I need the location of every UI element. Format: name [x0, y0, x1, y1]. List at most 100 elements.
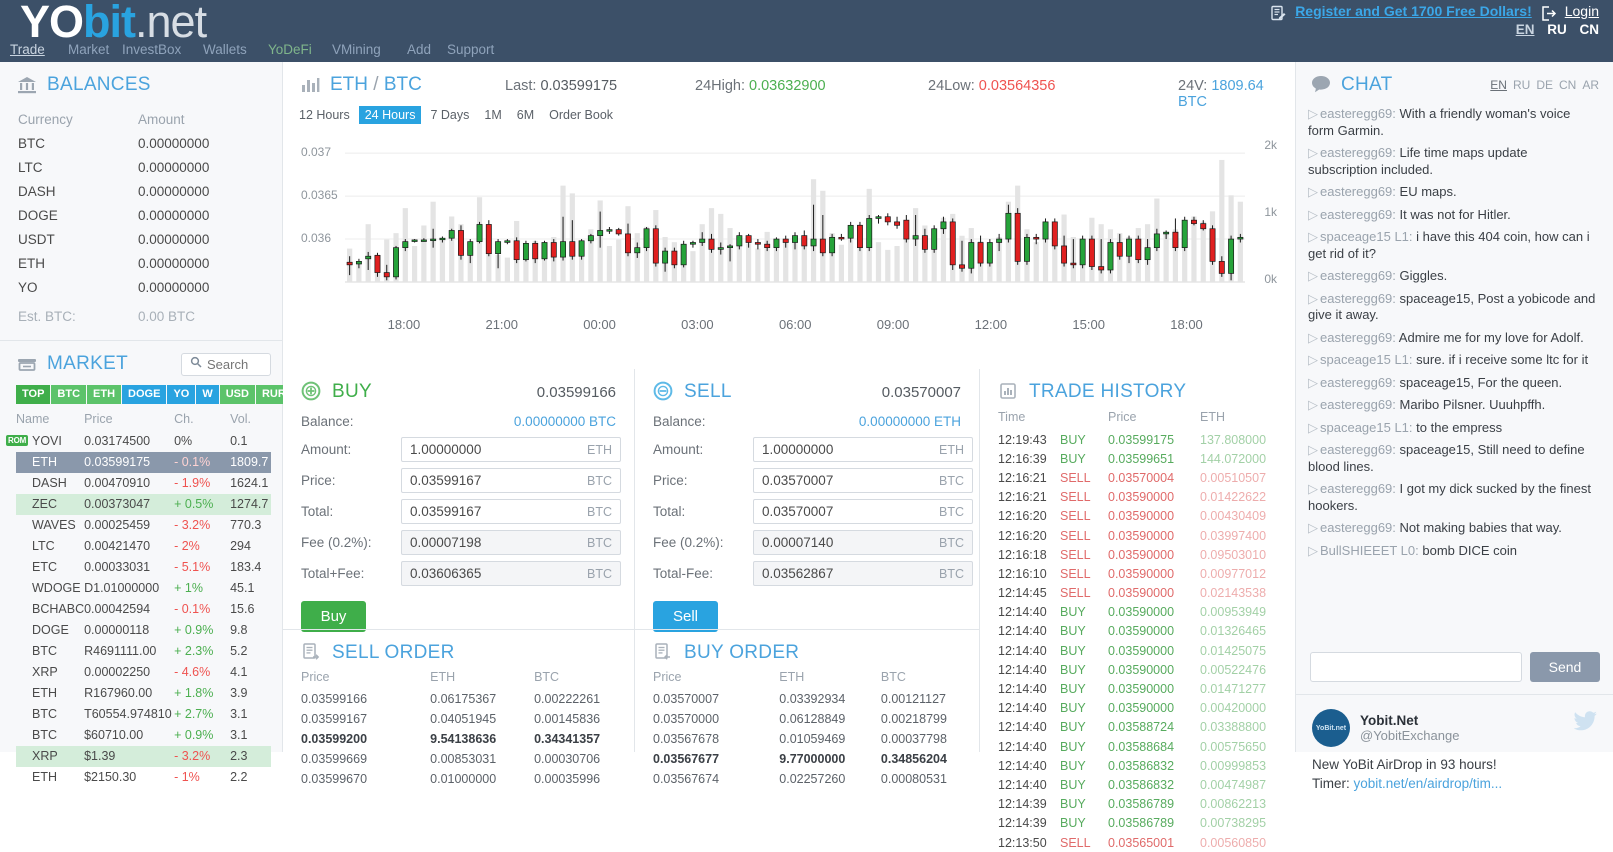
- chat-messages[interactable]: ▷ easteregg69: With a friendly woman's vo…: [1296, 102, 1613, 579]
- chat-username[interactable]: easteregg69:: [1320, 481, 1396, 496]
- order-row[interactable]: 0.03570000 0.06128849 0.00218799: [653, 709, 961, 729]
- market-tab-btc[interactable]: BTC: [51, 384, 87, 404]
- sell-button[interactable]: Sell: [653, 601, 718, 632]
- market-row[interactable]: BTC T60554.974810 + 2.7% 3.1: [16, 704, 271, 725]
- field-control[interactable]: ETH: [401, 437, 621, 462]
- order-row[interactable]: 0.03567674 0.02257260 0.00080531: [653, 769, 961, 789]
- field-control[interactable]: BTC: [753, 468, 973, 493]
- lang-ru[interactable]: RU: [1547, 22, 1567, 37]
- market-row[interactable]: XRP $1.39 - 3.2% 2.3: [16, 745, 271, 767]
- market-row[interactable]: ETH R167960.00 + 1.8% 3.9: [16, 683, 271, 704]
- field-control[interactable]: BTC: [401, 499, 621, 524]
- price-chart[interactable]: 0.037 0.0365 0.036 2k 1k 0k 18:00 21:00 00:00 03:…: [299, 130, 1279, 332]
- nav-item-investbox[interactable]: InvestBox: [122, 42, 181, 57]
- order-row[interactable]: 0.03599167 0.04051945 0.00145836: [301, 709, 616, 729]
- chat-username[interactable]: easteregg69:: [1320, 184, 1396, 199]
- search-input[interactable]: [207, 356, 262, 372]
- field-control[interactable]: BTC: [753, 499, 973, 524]
- nav-item-market[interactable]: Market: [68, 42, 109, 57]
- chat-lang-cn[interactable]: CN: [1559, 78, 1576, 92]
- buy-button[interactable]: Buy: [301, 601, 366, 632]
- login-link[interactable]: Login: [1565, 3, 1599, 19]
- order-row[interactable]: 0.03570007 0.03392934 0.00121127: [653, 689, 961, 709]
- chat-username[interactable]: easteregg69:: [1320, 106, 1396, 121]
- chat-username[interactable]: BullSHIEEET L0:: [1320, 543, 1419, 558]
- order-row[interactable]: 0.03599166 0.06175367 0.00222261: [301, 689, 616, 709]
- field-control[interactable]: BTC: [401, 530, 621, 555]
- chat-username[interactable]: spaceage15 L1:: [1320, 420, 1413, 435]
- chat-username[interactable]: spaceage15 L1:: [1320, 229, 1413, 244]
- chat-lang-ar[interactable]: AR: [1582, 78, 1599, 92]
- market-tab-doge[interactable]: DOGE: [122, 384, 167, 404]
- field-input[interactable]: [762, 442, 939, 457]
- chart-range-24-hours[interactable]: 24 Hours: [358, 106, 422, 124]
- market-row[interactable]: XRP 0.00002250 - 4.6% 4.1: [16, 662, 271, 683]
- order-row[interactable]: 0.03567677 9.77000000 0.34856204: [653, 749, 961, 769]
- market-row[interactable]: BTC $60710.00 + 0.9% 3.1: [16, 725, 271, 746]
- field-input[interactable]: [410, 473, 587, 488]
- nav-item-trade[interactable]: Trade: [10, 42, 45, 57]
- market-row[interactable]: WAVES 0.00025459 - 3.2% 770.3: [16, 515, 271, 536]
- market-tab-top[interactable]: TOP: [16, 384, 51, 404]
- nav-item-support[interactable]: Support: [447, 42, 494, 57]
- market-row[interactable]: DASH 0.00470910 - 1.9% 1624.1: [16, 473, 271, 494]
- chat-username[interactable]: easteregg69:: [1320, 375, 1396, 390]
- field-input[interactable]: [762, 504, 939, 519]
- field-input[interactable]: [410, 442, 587, 457]
- chat-lang-de[interactable]: DE: [1536, 78, 1553, 92]
- market-tab-usd[interactable]: USD: [219, 384, 255, 404]
- market-row[interactable]: BCHABC 0.00042594 - 0.1% 15.6: [16, 599, 271, 620]
- field-control[interactable]: BTC: [401, 561, 621, 586]
- market-row[interactable]: ETH $2150.30 - 1% 2.2: [16, 767, 271, 788]
- field-control[interactable]: BTC: [753, 561, 973, 586]
- field-input[interactable]: [410, 504, 587, 519]
- market-row[interactable]: ETC 0.00033031 - 5.1% 183.4: [16, 557, 271, 578]
- field-control[interactable]: BTC: [753, 530, 973, 555]
- market-search[interactable]: [181, 352, 271, 376]
- field-input[interactable]: [762, 566, 939, 581]
- market-tab-w[interactable]: W: [196, 384, 219, 404]
- field-input[interactable]: [762, 535, 939, 550]
- market-row[interactable]: WDOGE D1.01000000 + 1% 45.1: [16, 578, 271, 599]
- chat-username[interactable]: easteregg69:: [1320, 268, 1396, 283]
- chat-username[interactable]: easteregg69:: [1320, 207, 1396, 222]
- market-tab-eth[interactable]: ETH: [87, 384, 122, 404]
- market-row[interactable]: DOGE 0.00000118 + 0.9% 9.8: [16, 620, 271, 641]
- order-row[interactable]: 0.03599669 0.00853031 0.00030706: [301, 749, 616, 769]
- chat-username[interactable]: spaceage15 L1:: [1320, 352, 1413, 367]
- tweet-timer-link[interactable]: yobit.net/en/airdrop/tim...: [1354, 776, 1503, 791]
- market-tab-yo[interactable]: YO: [167, 384, 196, 404]
- chat-lang-en[interactable]: EN: [1490, 78, 1507, 92]
- chart-range-12-hours[interactable]: 12 Hours: [293, 106, 356, 124]
- field-input[interactable]: [410, 535, 587, 550]
- nav-item-yodefi[interactable]: YoDeFi: [268, 42, 312, 57]
- lang-en[interactable]: EN: [1516, 22, 1535, 37]
- field-control[interactable]: BTC: [401, 468, 621, 493]
- field-control[interactable]: ETH: [753, 437, 973, 462]
- order-row[interactable]: 0.03599670 0.01000000 0.00035996: [301, 769, 616, 789]
- nav-item-vmining[interactable]: VMining: [332, 42, 381, 57]
- chat-username[interactable]: easteregg69:: [1320, 145, 1396, 160]
- field-input[interactable]: [762, 473, 939, 488]
- chat-username[interactable]: easteregg69:: [1320, 520, 1396, 535]
- lang-cn[interactable]: CN: [1580, 22, 1600, 37]
- chart-range-order-book[interactable]: Order Book: [543, 106, 619, 124]
- chart-range-7-days[interactable]: 7 Days: [424, 106, 475, 124]
- send-button[interactable]: Send: [1530, 652, 1600, 682]
- chat-lang-ru[interactable]: RU: [1513, 78, 1530, 92]
- nav-item-add[interactable]: Add: [407, 42, 431, 57]
- order-row[interactable]: 0.03599200 9.54138636 0.34341357: [301, 729, 616, 749]
- chat-input[interactable]: [1310, 652, 1522, 682]
- field-input[interactable]: [410, 566, 587, 581]
- market-row[interactable]: ETH 0.03599175 - 0.1% 1809.7: [16, 451, 271, 473]
- market-row[interactable]: ROM YOVI 0.03174500 0% 0.1: [6, 431, 271, 452]
- chat-username[interactable]: easteregg69:: [1320, 330, 1396, 345]
- market-row[interactable]: LTC 0.00421470 - 2% 294: [16, 536, 271, 557]
- chat-username[interactable]: easteregg69:: [1320, 397, 1396, 412]
- order-row[interactable]: 0.03567678 0.01059469 0.00037798: [653, 729, 961, 749]
- chat-username[interactable]: easteregg69:: [1320, 442, 1396, 457]
- nav-item-wallets[interactable]: Wallets: [203, 42, 247, 57]
- chart-range-6m[interactable]: 6M: [511, 106, 540, 124]
- market-row[interactable]: BTC R4691111.00 + 2.3% 5.2: [16, 641, 271, 662]
- chart-range-1m[interactable]: 1M: [478, 106, 507, 124]
